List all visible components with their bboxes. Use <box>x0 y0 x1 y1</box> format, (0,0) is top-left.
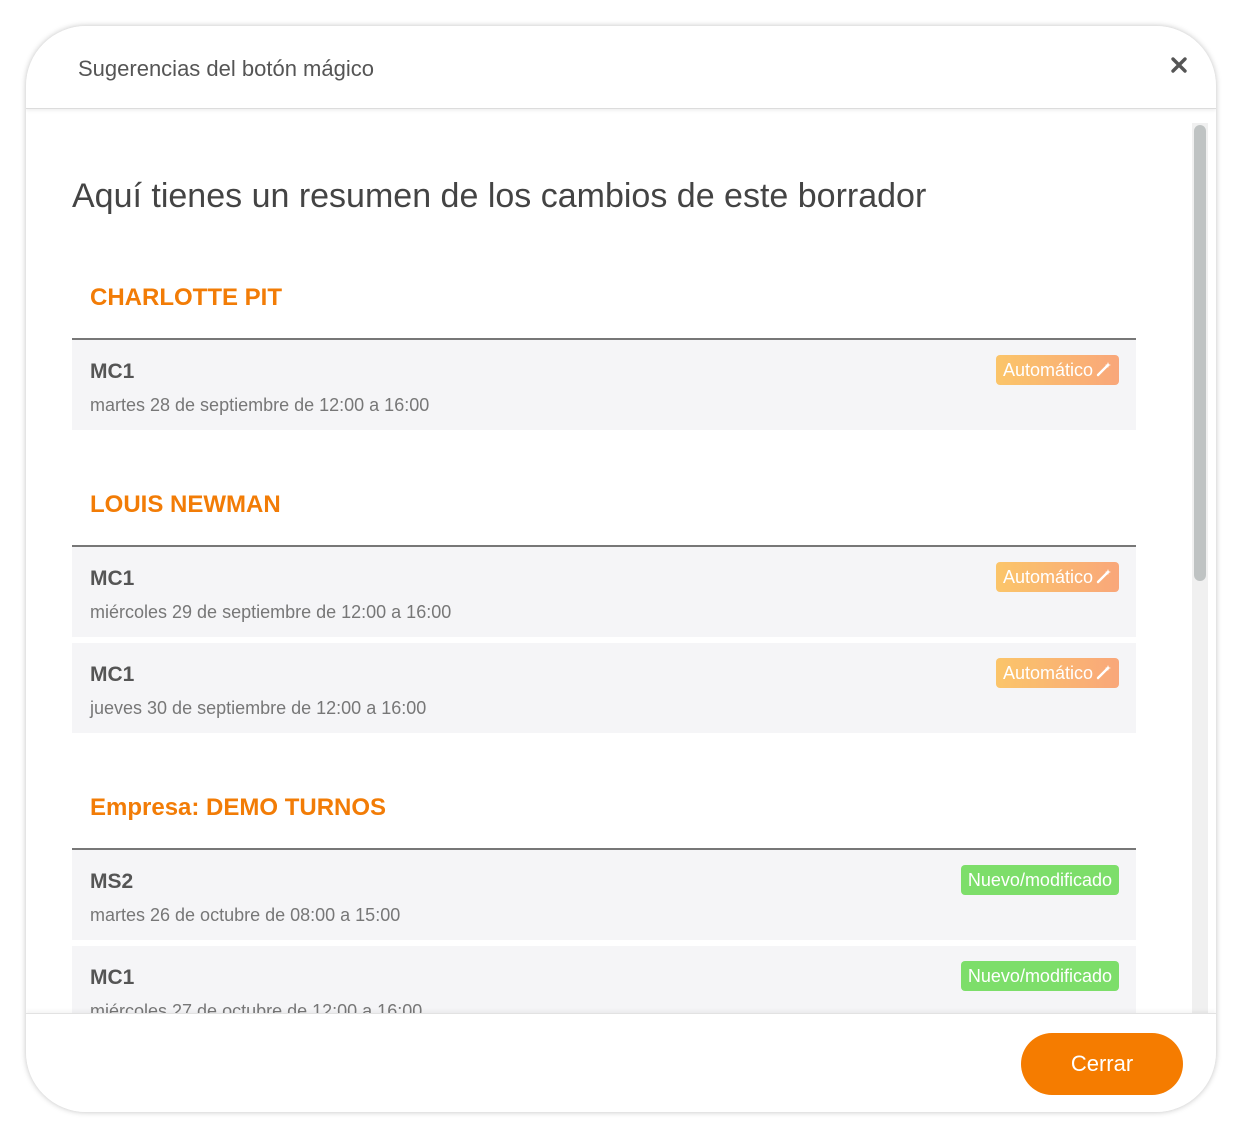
shift-code: MS2 <box>90 870 134 893</box>
new-modified-badge: Nuevo/modificado <box>960 865 1119 895</box>
summary-title: Aquí tienes un resumen de los cambios de… <box>72 177 927 215</box>
shift-item: MC1 jueves 30 de septiembre de 12:00 a 1… <box>72 643 1136 733</box>
dialog-body[interactable]: Aquí tienes un resumen de los cambios de… <box>26 109 1216 1013</box>
shift-item: MC1 martes 28 de septiembre de 12:00 a 1… <box>72 340 1136 430</box>
employee-group-charlotte-pit: CHARLOTTE PIT MC1 martes 28 de septiembr… <box>72 256 1136 436</box>
shift-date: miércoles 27 de octubre de 12:00 a 16:00 <box>90 1001 423 1013</box>
badge-label: Automático <box>1002 360 1093 380</box>
automatic-badge: Automático <box>995 658 1119 688</box>
shift-item: MC1 miércoles 27 de octubre de 12:00 a 1… <box>72 946 1136 1013</box>
shift-item: MS2 martes 26 de octubre de 08:00 a 15:0… <box>72 850 1136 940</box>
magic-wand-icon <box>1096 665 1111 680</box>
shift-date: jueves 30 de septiembre de 12:00 a 16:00 <box>90 698 427 718</box>
group-heading: CHARLOTTE PIT <box>72 256 1136 340</box>
group-heading-label: LOUIS NEWMAN <box>90 491 281 518</box>
automatic-badge: Automático <box>995 562 1119 592</box>
new-modified-badge: Nuevo/modificado <box>960 961 1119 991</box>
magic-wand-icon <box>1096 569 1111 584</box>
shift-code: MC1 <box>90 663 135 686</box>
badge-label: Automático <box>1002 663 1093 683</box>
group-heading-label: Empresa: DEMO TURNOS <box>90 794 387 821</box>
scrollbar[interactable] <box>1192 123 1208 1013</box>
shift-date: miércoles 29 de septiembre de 12:00 a 16… <box>90 602 452 622</box>
shift-item: MC1 miércoles 29 de septiembre de 12:00 … <box>72 547 1136 637</box>
close-icon[interactable] <box>1170 56 1188 74</box>
shift-code: MC1 <box>90 567 135 590</box>
shift-code: MC1 <box>90 360 135 383</box>
shift-code: MC1 <box>90 966 135 989</box>
automatic-badge: Automático <box>995 355 1119 385</box>
dialog-title: Sugerencias del botón mágico <box>78 56 374 81</box>
magic-wand-icon <box>1096 362 1111 377</box>
close-button[interactable]: Cerrar <box>1021 1033 1183 1095</box>
dialog-footer: Cerrar <box>26 1013 1216 1112</box>
employee-group-louis-newman: LOUIS NEWMAN MC1 miércoles 29 de septiem… <box>72 463 1136 739</box>
group-heading: LOUIS NEWMAN <box>72 463 1136 547</box>
magic-button-dialog: Sugerencias del botón mágico Aquí tienes… <box>26 26 1216 1112</box>
company-group-demo-turnos: Empresa: DEMO TURNOS MS2 martes 26 de oc… <box>72 766 1136 1013</box>
scrollbar-thumb[interactable] <box>1194 125 1206 581</box>
group-heading: Empresa: DEMO TURNOS <box>72 766 1136 850</box>
group-heading-label: CHARLOTTE PIT <box>90 284 282 311</box>
badge-label: Automático <box>1002 567 1093 587</box>
shift-date: martes 28 de septiembre de 12:00 a 16:00 <box>90 395 430 415</box>
shift-date: martes 26 de octubre de 08:00 a 15:00 <box>90 905 401 925</box>
dialog-header: Sugerencias del botón mágico <box>26 26 1216 109</box>
